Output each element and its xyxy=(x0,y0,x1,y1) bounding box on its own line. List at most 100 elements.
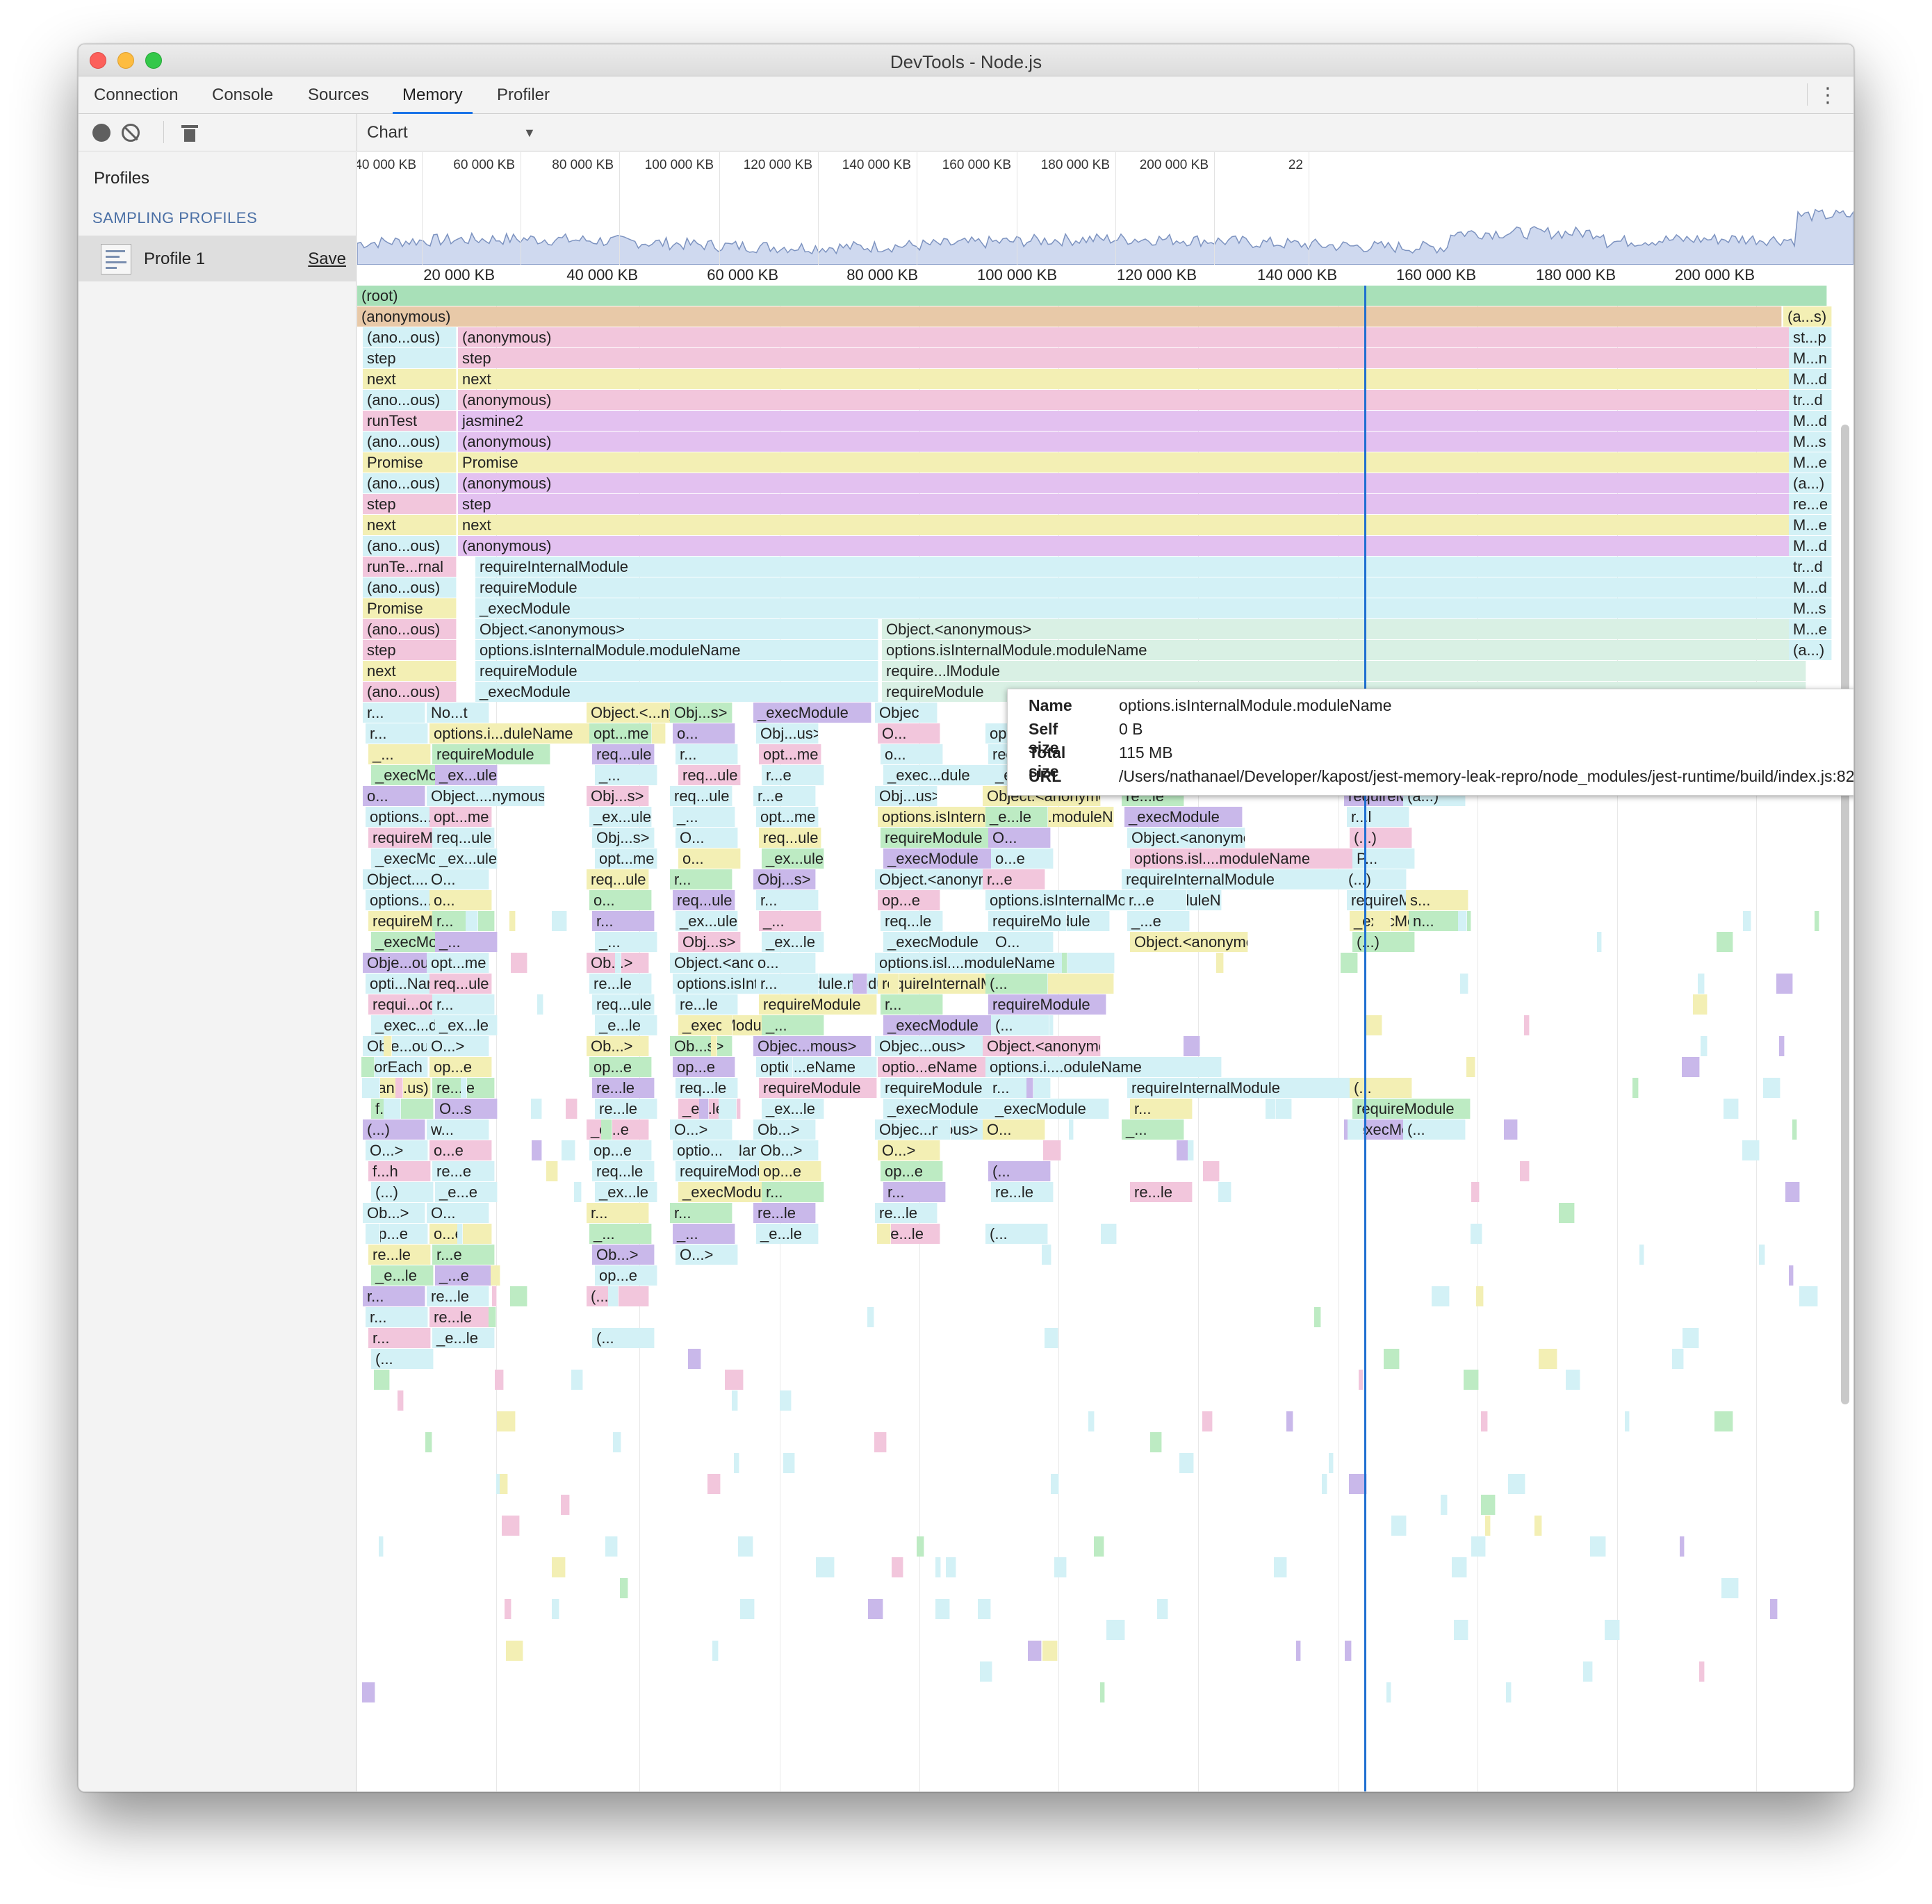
flame-frame[interactable]: w... xyxy=(427,1119,489,1140)
flame-frame[interactable]: (ano...ous) xyxy=(363,619,457,639)
flame-frame[interactable]: (a...s) xyxy=(1783,306,1832,327)
flame-frame[interactable]: (ano...ous) xyxy=(363,432,457,452)
flame-frame[interactable] xyxy=(1286,1411,1293,1431)
flame-frame[interactable] xyxy=(707,1474,721,1494)
flame-frame[interactable]: requireInternalModule xyxy=(475,557,1806,577)
flame-frame[interactable] xyxy=(505,1599,511,1619)
flame-frame[interactable]: Ob...> xyxy=(592,1245,655,1265)
flame-frame[interactable] xyxy=(1481,1411,1488,1431)
trash-icon[interactable] xyxy=(181,125,198,142)
flame-frame[interactable] xyxy=(1770,1599,1778,1619)
flame-frame[interactable]: (... xyxy=(985,1224,1048,1244)
flame-frame[interactable]: _...e xyxy=(1127,911,1190,931)
flame-frame[interactable] xyxy=(1432,1286,1450,1306)
flame-frame[interactable] xyxy=(816,1557,835,1577)
flame-frame[interactable]: _execModule xyxy=(753,703,871,723)
flame-frame[interactable]: Object.<anonymous> xyxy=(475,619,878,639)
flame-frame[interactable]: r... xyxy=(670,869,732,889)
flame-frame[interactable]: _execModule xyxy=(475,598,1806,618)
flame-frame[interactable]: Objec...mous> xyxy=(875,1119,993,1140)
flame-frame[interactable] xyxy=(1045,1328,1058,1348)
flame-frame[interactable]: options.isl....moduleName xyxy=(1130,848,1366,869)
flame-frame[interactable]: op...e xyxy=(595,1265,657,1286)
flame-frame[interactable]: _ex...le xyxy=(762,1099,824,1119)
flame-frame[interactable]: Promise xyxy=(458,452,1824,473)
flame-frame[interactable]: r... xyxy=(756,890,819,910)
flame-frame[interactable] xyxy=(1042,1245,1051,1265)
flame-frame[interactable]: O...> xyxy=(366,1140,428,1160)
flame-frame[interactable] xyxy=(1341,953,1358,973)
flame-frame[interactable] xyxy=(1698,974,1705,994)
flame-frame[interactable] xyxy=(1785,1182,1800,1202)
flame-frame[interactable] xyxy=(566,1099,578,1119)
flame-frame[interactable]: (ano...ous) xyxy=(363,473,457,493)
flame-frame[interactable]: next xyxy=(363,515,457,535)
flame-frame[interactable]: re...le xyxy=(589,974,652,994)
flame-frame[interactable]: req...ule xyxy=(592,994,655,1015)
flame-frame[interactable] xyxy=(1672,1349,1684,1369)
flame-frame[interactable] xyxy=(1188,1140,1194,1160)
flame-frame[interactable] xyxy=(1566,1370,1580,1390)
flame-frame[interactable]: re...le xyxy=(875,1203,938,1223)
flame-frame[interactable]: jasmine2 xyxy=(458,411,1824,431)
flame-frame[interactable]: step xyxy=(458,348,1824,368)
flame-frame[interactable] xyxy=(1520,1161,1530,1181)
flame-frame[interactable]: (ano...ous) xyxy=(363,327,457,347)
flame-frame[interactable] xyxy=(783,1453,795,1473)
flame-frame[interactable] xyxy=(1157,1599,1168,1619)
flame-frame[interactable]: Ob...> xyxy=(756,1140,819,1160)
flame-frame[interactable] xyxy=(506,1641,523,1661)
flame-frame[interactable]: requireModule xyxy=(759,994,877,1015)
flame-frame[interactable] xyxy=(980,1661,992,1682)
flame-frame[interactable] xyxy=(1714,1411,1733,1431)
flame-frame[interactable] xyxy=(1590,1536,1606,1557)
flame-frame[interactable]: options.isInternalModule.moduleName xyxy=(475,640,878,660)
flame-frame[interactable] xyxy=(601,1119,612,1140)
flame-frame[interactable]: r... xyxy=(756,974,819,994)
flame-frame[interactable] xyxy=(374,1370,390,1390)
flame-frame[interactable]: re...le xyxy=(753,1203,816,1223)
flame-frame[interactable] xyxy=(725,1370,744,1390)
tab-profiler[interactable]: Profiler xyxy=(497,76,550,114)
flame-frame[interactable] xyxy=(1101,911,1110,931)
flame-frame[interactable] xyxy=(1100,1682,1105,1702)
flame-frame[interactable] xyxy=(688,1349,701,1369)
flame-frame[interactable]: _ex...ule xyxy=(676,911,738,931)
flame-frame[interactable]: step xyxy=(363,348,457,368)
flame-frame[interactable] xyxy=(457,1224,463,1244)
flame-frame[interactable] xyxy=(1042,1641,1058,1661)
flame-frame[interactable] xyxy=(1742,1140,1760,1160)
flame-frame[interactable] xyxy=(712,1641,719,1661)
flame-frame[interactable] xyxy=(1639,1245,1644,1265)
flame-frame[interactable] xyxy=(1101,1224,1117,1244)
tab-console[interactable]: Console xyxy=(212,76,273,114)
flame-frame[interactable]: Object.<anonymous> xyxy=(882,619,1806,639)
flame-frame[interactable] xyxy=(461,1078,467,1098)
flame-frame[interactable]: r...e xyxy=(753,786,816,806)
flame-frame[interactable] xyxy=(1792,1119,1797,1140)
flame-frame[interactable]: _ex...ule xyxy=(762,848,824,869)
flame-frame[interactable]: _... xyxy=(595,932,657,952)
flame-frame[interactable]: step xyxy=(458,494,1824,514)
flame-frame[interactable]: (anonymous) xyxy=(357,306,1782,327)
flame-frame[interactable]: requireInternalModule xyxy=(1122,869,1358,889)
flame-frame[interactable] xyxy=(362,1682,375,1702)
flame-frame[interactable]: _exec...dule xyxy=(883,765,1001,785)
flame-frame[interactable] xyxy=(613,1432,621,1452)
flame-frame[interactable] xyxy=(1485,1516,1491,1536)
flame-frame[interactable]: (a...) xyxy=(1789,473,1832,493)
flame-frame[interactable]: r... xyxy=(762,1182,824,1202)
flame-frame[interactable] xyxy=(780,1390,792,1411)
flame-frame[interactable]: _execModule xyxy=(475,682,878,702)
flame-frame[interactable] xyxy=(552,1557,566,1577)
flame-frame[interactable]: re...le xyxy=(991,1182,1054,1202)
flame-frame[interactable]: M...d xyxy=(1789,369,1832,389)
flame-frame[interactable]: (anonymous) xyxy=(458,473,1824,493)
flame-frame[interactable]: Object.<anonymous> xyxy=(983,1036,1101,1056)
flame-frame[interactable] xyxy=(711,1036,717,1056)
flame-frame[interactable]: _ex...le xyxy=(435,1015,498,1035)
vertical-scrollbar[interactable] xyxy=(1841,425,1849,1404)
flame-frame[interactable] xyxy=(740,1599,755,1619)
flame-frame[interactable] xyxy=(1539,1349,1557,1369)
flame-frame[interactable] xyxy=(395,1078,403,1098)
